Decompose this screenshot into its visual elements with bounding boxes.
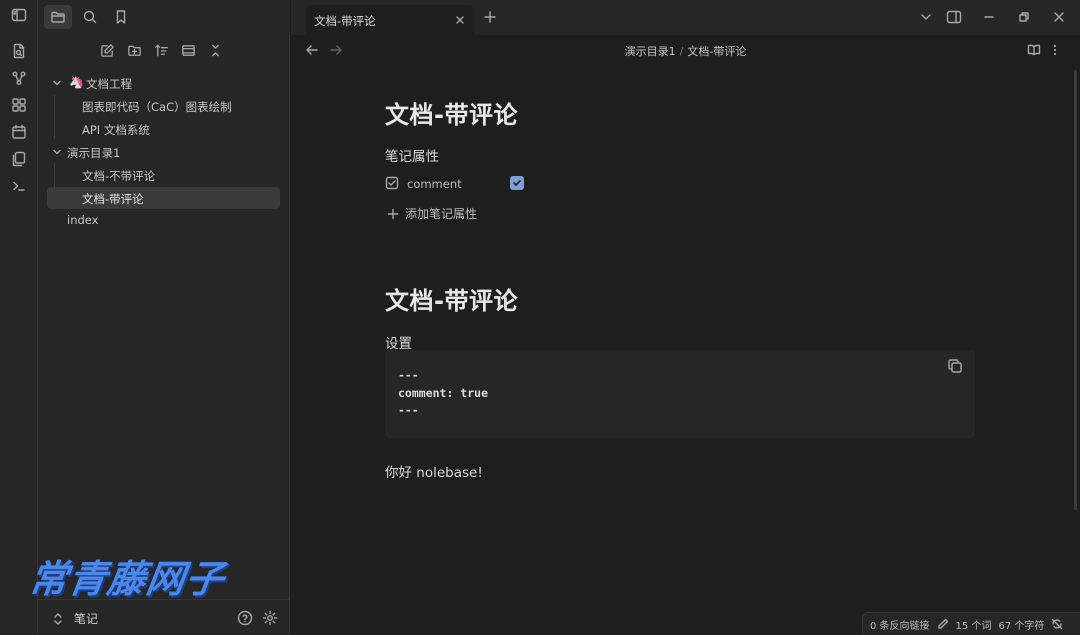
vault-name: 笔记 — [74, 612, 99, 626]
tab-title: 文档-带评论 — [314, 14, 376, 28]
gear-icon[interactable] — [262, 610, 278, 626]
pencil-icon[interactable] — [937, 618, 949, 630]
editor[interactable]: 文档-带评论 笔记属性 comment 添加笔记属性 文档-带评论 设置 ---… — [291, 65, 1080, 610]
checkmark-icon — [513, 180, 521, 186]
tree-file[interactable]: 图表即代码（CaC）图表绘制 — [47, 95, 280, 117]
search-icon[interactable] — [76, 5, 104, 29]
chevron-down-icon — [53, 149, 61, 155]
word-count: 15 个词 — [955, 620, 992, 632]
add-property-label: 添加笔记属性 — [405, 207, 478, 221]
tree-item-label: 演示目录1 — [67, 146, 121, 160]
book-open-icon[interactable] — [1027, 43, 1041, 57]
inline-title[interactable]: 文档-带评论 — [385, 95, 518, 130]
tree-item-label: 文档-带评论 — [82, 192, 144, 206]
heading-1: 文档-带评论 — [385, 287, 518, 315]
bookmark-icon[interactable] — [107, 5, 135, 29]
open-quick-switcher-icon[interactable] — [9, 41, 29, 61]
paragraph: 你好 nolebase! — [385, 465, 483, 481]
help-icon[interactable] — [237, 610, 253, 626]
tab-active[interactable]: 文档-带评论 — [306, 5, 474, 35]
tree-item-label: 图表即代码（CaC）图表绘制 — [82, 100, 232, 114]
chevron-up-down-icon — [54, 612, 62, 625]
new-folder-icon[interactable] — [125, 41, 143, 59]
breadcrumb: 演示目录1/文档-带评论 — [291, 43, 1080, 59]
property-checkbox[interactable] — [510, 176, 524, 190]
watermark-logo: 常青藤网子 — [26, 557, 228, 601]
canvas-icon[interactable] — [9, 95, 29, 115]
file-explorer-actions — [98, 41, 224, 59]
chevron-down-icon[interactable] — [918, 9, 934, 25]
property-key[interactable]: comment — [407, 177, 462, 191]
tab-bar: 文档-带评论 — [291, 0, 1080, 35]
breadcrumb-file[interactable]: 文档-带评论 — [687, 45, 746, 58]
templates-icon[interactable] — [9, 149, 29, 169]
sidebar-toggle-icon[interactable] — [9, 5, 29, 25]
copy-icon[interactable] — [947, 358, 963, 374]
file-explorer: 🦄 文档工程 图表即代码（CaC）图表绘制 API 文档系统 演示目录1 文档-… — [38, 35, 290, 635]
vault-switcher[interactable]: 笔记 — [52, 610, 98, 627]
tree-file[interactable]: 文档-不带评论 — [47, 164, 280, 186]
unicorn-icon: 🦄 — [69, 75, 84, 89]
sidebar-footer: 笔记 — [38, 599, 290, 635]
code-line: --- — [398, 403, 419, 417]
scrollbar[interactable] — [1074, 70, 1077, 510]
code-line: comment: true — [398, 386, 489, 400]
code-block[interactable]: --- comment: true --- — [385, 350, 975, 438]
minimize-icon[interactable] — [981, 9, 997, 25]
backlinks-count[interactable]: 0 条反向链接 — [870, 617, 930, 632]
code-line: --- — [398, 368, 419, 382]
tree-file[interactable]: API 文档系统 — [47, 118, 280, 140]
properties-heading: 笔记属性 — [385, 149, 439, 165]
breadcrumb-folder[interactable]: 演示目录1 — [625, 45, 676, 58]
checkbox-property-icon — [385, 176, 399, 190]
plus-icon — [387, 208, 399, 219]
terminal-icon[interactable] — [9, 176, 29, 196]
ribbon — [0, 0, 38, 635]
right-sidebar-toggle-icon[interactable] — [946, 9, 962, 25]
status-bar: 0 条反向链接 15 个词 67 个字符 — [862, 612, 1080, 635]
more-options-icon[interactable] — [1052, 43, 1058, 57]
daily-note-icon[interactable] — [9, 122, 29, 142]
tree-file-selected[interactable]: 文档-带评论 — [47, 187, 280, 209]
sort-icon[interactable] — [152, 41, 170, 59]
new-tab-icon[interactable] — [483, 10, 497, 24]
auto-reveal-icon[interactable] — [179, 41, 197, 59]
close-window-icon[interactable] — [1051, 9, 1067, 25]
tree-item-label: index — [67, 213, 99, 227]
chevron-down-icon — [53, 80, 61, 86]
char-count: 67 个字符 — [998, 620, 1045, 632]
folder-icon[interactable] — [44, 5, 72, 29]
breadcrumb-separator: / — [679, 45, 684, 58]
tree-item-label: API 文档系统 — [82, 123, 150, 137]
tree-folder-docs-engineering[interactable]: 🦄 文档工程 — [47, 72, 280, 94]
add-property-button[interactable]: 添加笔记属性 — [387, 205, 477, 222]
view-header: 演示目录1/文档-带评论 — [291, 35, 1080, 65]
restore-icon[interactable] — [1016, 9, 1032, 25]
paragraph-settings: 设置 — [385, 336, 412, 352]
graph-view-icon[interactable] — [9, 68, 29, 88]
tree-item-label: 文档-不带评论 — [82, 169, 156, 183]
tree-file[interactable]: index — [47, 209, 280, 231]
close-icon[interactable] — [454, 14, 466, 26]
tree-folder-demo[interactable]: 演示目录1 — [47, 141, 280, 163]
sync-off-icon[interactable] — [1051, 618, 1063, 630]
property-row[interactable]: comment — [385, 175, 545, 193]
new-note-icon[interactable] — [98, 41, 116, 59]
sidebar-tab-header — [38, 0, 290, 35]
tree-item-label: 文档工程 — [86, 77, 132, 91]
collapse-all-icon[interactable] — [206, 41, 224, 59]
